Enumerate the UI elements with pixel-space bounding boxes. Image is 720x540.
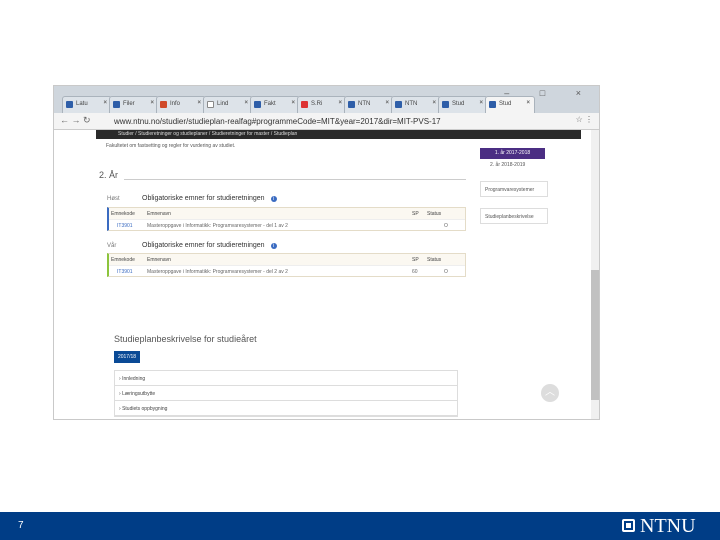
semester-label: Høst — [107, 196, 120, 202]
url-input[interactable]: www.ntnu.no/studier/studieplan-realfag#p… — [114, 115, 554, 128]
address-bar: ← → ↻ www.ntnu.no/studier/studieplan-rea… — [54, 113, 599, 130]
year-2-tab[interactable]: 2. år 2018-2019 — [490, 162, 525, 168]
browser-tab[interactable]: Filer × — [109, 96, 159, 113]
section-title: Obligatoriske emner for studieretningen i — [142, 242, 277, 249]
course-table: Emnekode Emnenavn SP Status IT3901 Masteropp… — [107, 253, 466, 277]
tab-favicon-icon — [489, 101, 496, 108]
year-1-tab[interactable]: 1. år 2017-2018 — [480, 148, 545, 159]
course-code-link[interactable]: IT3901 — [117, 223, 133, 229]
tab-favicon-icon — [66, 101, 73, 108]
browser-tab[interactable]: Fakt × — [250, 96, 300, 113]
browser-tab[interactable]: Stud × — [438, 96, 488, 113]
semester-label: Vår — [107, 243, 117, 249]
close-icon[interactable]: × — [385, 100, 389, 106]
tab-favicon-icon — [301, 101, 308, 108]
back-icon[interactable]: ← → ↻ — [60, 115, 91, 126]
tab-bar: Latu × Filer × Info × Lind × Fakt × S.Ri × NTN… — [54, 86, 599, 113]
close-icon[interactable]: × — [244, 100, 248, 106]
close-icon[interactable]: × — [291, 100, 295, 106]
ntnu-logo-icon — [622, 519, 635, 532]
year-button[interactable]: 2017/18 — [114, 351, 140, 363]
browser-tab[interactable]: NTN × — [391, 96, 441, 113]
tab-favicon-icon — [348, 101, 355, 108]
browser-tab-active[interactable]: Stud × — [485, 96, 535, 113]
side-link-programvaresystemer[interactable]: Programvaresystemer — [480, 181, 548, 197]
accordion-item[interactable]: › Innledning — [115, 371, 457, 386]
section-title: Obligatoriske emner for studieretningen i — [142, 195, 277, 202]
table-row: IT3901 Masteroppgave i Informatikk: Progr… — [109, 219, 465, 230]
breadcrumb: Studier / Studieretninger og studieplane… — [96, 130, 581, 139]
star-icon[interactable]: ☆ ⋮ — [576, 115, 593, 124]
browser-tab[interactable]: Info × — [156, 96, 206, 113]
description-heading: Studieplanbeskrivelse for studieåret — [114, 334, 257, 344]
scroll-to-top-icon[interactable]: ︿ — [541, 384, 559, 402]
close-icon[interactable]: × — [432, 100, 436, 106]
info-icon[interactable]: i — [270, 243, 277, 249]
ntnu-logo: NTNU — [640, 515, 696, 537]
course-table: Emnekode Emnenavn SP Status IT3901 Masteropp… — [107, 207, 466, 231]
divider — [124, 179, 466, 180]
slide-footer: 7 NTNU — [0, 512, 720, 540]
accordion-item[interactable]: › Læringsutbytte — [115, 386, 457, 401]
tab-favicon-icon — [395, 101, 402, 108]
tab-favicon-icon — [442, 101, 449, 108]
browser-screenshot: Latu × Filer × Info × Lind × Fakt × S.Ri × NTN… — [53, 85, 600, 420]
table-row: IT3901 Masteroppgave i Informatikk: Progr… — [109, 265, 465, 276]
scrollbar[interactable] — [591, 130, 599, 419]
close-icon[interactable]: × — [103, 100, 107, 106]
close-icon[interactable]: × — [526, 100, 530, 106]
info-icon[interactable]: i — [270, 196, 277, 202]
browser-tab[interactable]: Lind × — [203, 96, 253, 113]
browser-tab[interactable]: Latu × — [62, 96, 112, 113]
faculty-text: Fakultetet om fastsetting og regler for … — [106, 143, 236, 149]
tab-favicon-icon — [160, 101, 167, 108]
tab-favicon-icon — [254, 101, 261, 108]
table-header: Emnekode Emnenavn SP Status — [109, 254, 465, 265]
table-header: Emnekode Emnenavn SP Status — [109, 208, 465, 219]
close-icon[interactable]: × — [150, 100, 154, 106]
scrollbar-thumb[interactable] — [591, 270, 599, 400]
close-icon[interactable]: × — [479, 100, 483, 106]
browser-tab[interactable]: NTN × — [344, 96, 394, 113]
tab-favicon-icon — [113, 101, 120, 108]
side-link-studieplanbeskrivelse[interactable]: Studieplanbeskrivelse — [480, 208, 548, 224]
accordion: › Innledning › Læringsutbytte › Studiets… — [114, 370, 458, 417]
browser-tab[interactable]: S.Ri × — [297, 96, 347, 113]
window-controls[interactable]: – □ × — [504, 88, 595, 98]
course-code-link[interactable]: IT3901 — [117, 269, 133, 275]
tab-favicon-icon — [207, 101, 214, 108]
year-heading: 2. År — [99, 170, 119, 180]
page-number: 7 — [18, 520, 24, 531]
accordion-item[interactable]: › Studiets oppbygning — [115, 401, 457, 416]
close-icon[interactable]: × — [338, 100, 342, 106]
close-icon[interactable]: × — [197, 100, 201, 106]
